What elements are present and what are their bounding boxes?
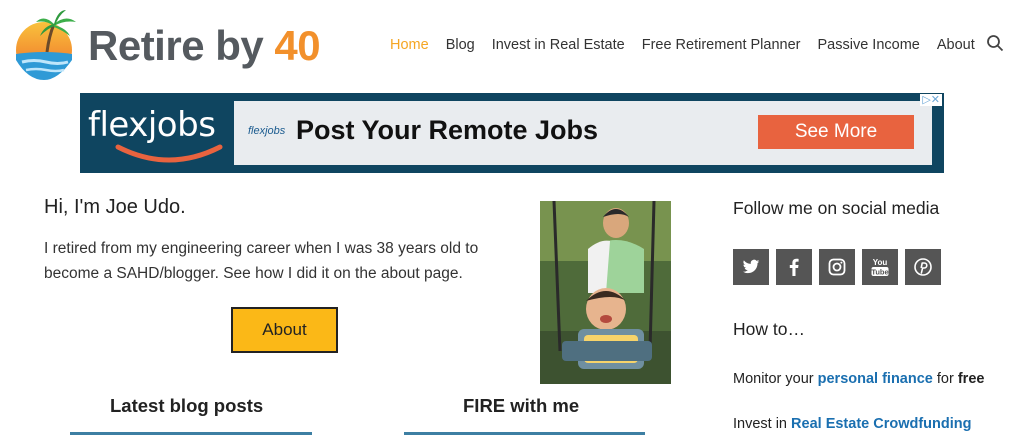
- nav-invest-real-estate[interactable]: Invest in Real Estate: [492, 37, 625, 53]
- smile-swoosh-icon: [115, 144, 223, 163]
- logo-word: Retire by: [88, 22, 275, 69]
- follow-title: Follow me on social media: [733, 198, 940, 218]
- logo-number: 40: [274, 22, 321, 69]
- ad-brand-logo: flexjobs: [88, 99, 228, 167]
- howto-item-suffix: free: [957, 371, 985, 387]
- nav-retirement-planner[interactable]: Free Retirement Planner: [642, 37, 801, 53]
- ad-brand-text: flexjobs: [88, 105, 216, 145]
- howto-item-middle: for: [932, 371, 958, 387]
- search-icon[interactable]: [986, 34, 1004, 52]
- latest-posts-divider: [70, 432, 312, 435]
- svg-text:Tube: Tube: [871, 268, 888, 277]
- about-button[interactable]: About: [231, 307, 338, 353]
- howto-item-prefix: Invest in: [733, 416, 792, 432]
- ad-choices-icon[interactable]: ▷✕: [920, 94, 942, 106]
- island-sun-icon: [16, 10, 76, 80]
- personal-finance-link[interactable]: personal finance: [818, 371, 933, 387]
- logo-text: Retire by 40: [88, 22, 321, 70]
- ad-headline: Post Your Remote Jobs: [296, 115, 599, 145]
- instagram-icon[interactable]: [819, 249, 855, 285]
- pinterest-icon[interactable]: [905, 249, 941, 285]
- author-photo: [540, 201, 671, 384]
- facebook-icon[interactable]: [776, 249, 812, 285]
- real-estate-crowdfunding-link[interactable]: Real Estate Crowdfunding: [791, 416, 971, 432]
- main-nav: Home Blog Invest in Real Estate Free Ret…: [390, 34, 992, 56]
- fire-with-me-title: FIRE with me: [463, 395, 580, 416]
- ad-see-more-button[interactable]: See More: [758, 115, 914, 149]
- nav-passive-income[interactable]: Passive Income: [817, 37, 919, 53]
- intro-greeting: Hi, I'm Joe Udo.: [44, 196, 186, 218]
- nav-blog[interactable]: Blog: [446, 37, 475, 53]
- twitter-icon[interactable]: [733, 249, 769, 285]
- social-links: You Tube: [733, 249, 948, 285]
- howto-item-prefix: Monitor your: [733, 371, 818, 387]
- howto-item-real-estate: Invest in Real Estate Crowdfunding: [733, 416, 972, 432]
- fire-with-me-divider: [404, 432, 645, 435]
- latest-posts-title: Latest blog posts: [110, 395, 264, 416]
- ad-panel: flexjobs Post Your Remote Jobs See More: [234, 101, 932, 165]
- howto-item-personal-finance: Monitor your personal finance for free: [733, 371, 984, 387]
- howto-title: How to…: [733, 319, 805, 339]
- ad-small-logo: flexjobs: [248, 125, 286, 137]
- intro-body: I retired from my engineering career whe…: [44, 240, 479, 282]
- site-logo[interactable]: Retire by 40: [12, 8, 342, 82]
- youtube-icon[interactable]: You Tube: [862, 249, 898, 285]
- ad-banner[interactable]: flexjobs flexjobs Post Your Remote Jobs …: [80, 93, 944, 173]
- nav-about[interactable]: About: [937, 37, 975, 53]
- svg-text:You: You: [873, 258, 888, 267]
- nav-home[interactable]: Home: [390, 37, 429, 53]
